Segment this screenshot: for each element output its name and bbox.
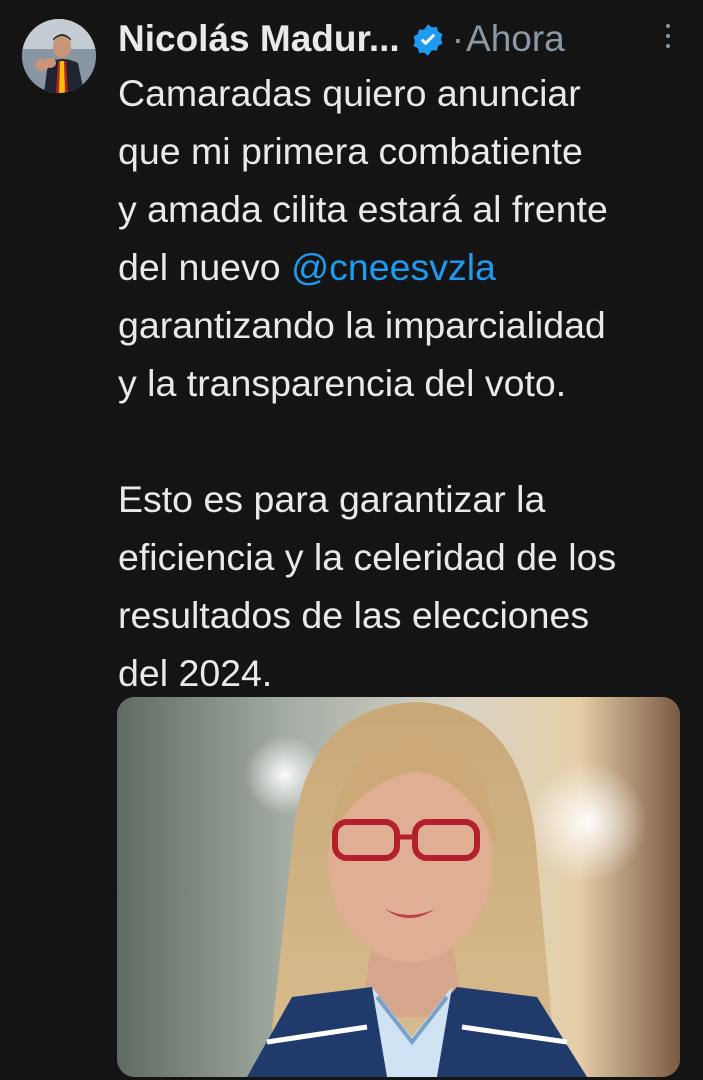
verified-badge-icon: [410, 21, 446, 57]
author-avatar[interactable]: [22, 19, 96, 93]
author-name[interactable]: Nicolás Madur...: [118, 14, 400, 64]
post-timestamp[interactable]: Ahora: [466, 14, 565, 64]
post-header: Nicolás Madur... · Ahora: [118, 14, 683, 64]
post-text: Camaradas quiero anunciar que mi primera…: [118, 64, 698, 702]
text-line: resultados de las elecciones: [118, 594, 590, 636]
text-prefix: del nuevo: [118, 246, 292, 288]
text-line: eficiencia y la celeridad de los: [118, 536, 617, 578]
tweet: Nicolás Madur... · Ahora Camaradas quier…: [0, 0, 703, 1080]
text-line: que mi primera combatiente: [118, 130, 583, 172]
header-separator: ·: [451, 18, 465, 59]
text-line: y la transparencia del voto.: [118, 362, 567, 404]
text-line: Camaradas quiero anunciar: [118, 72, 581, 114]
text-line: Esto es para garantizar la: [118, 478, 546, 520]
text-line: del 2024.: [118, 652, 273, 694]
mention-link[interactable]: @cneesvzla: [291, 246, 496, 288]
text-line: garantizando la imparcialidad: [118, 304, 606, 346]
more-options-icon[interactable]: [663, 18, 673, 58]
post-image[interactable]: [117, 697, 680, 1077]
text-line-with-mention: del nuevo @cneesvzla: [118, 238, 698, 296]
text-line: y amada cilita estará al frente: [118, 188, 608, 230]
